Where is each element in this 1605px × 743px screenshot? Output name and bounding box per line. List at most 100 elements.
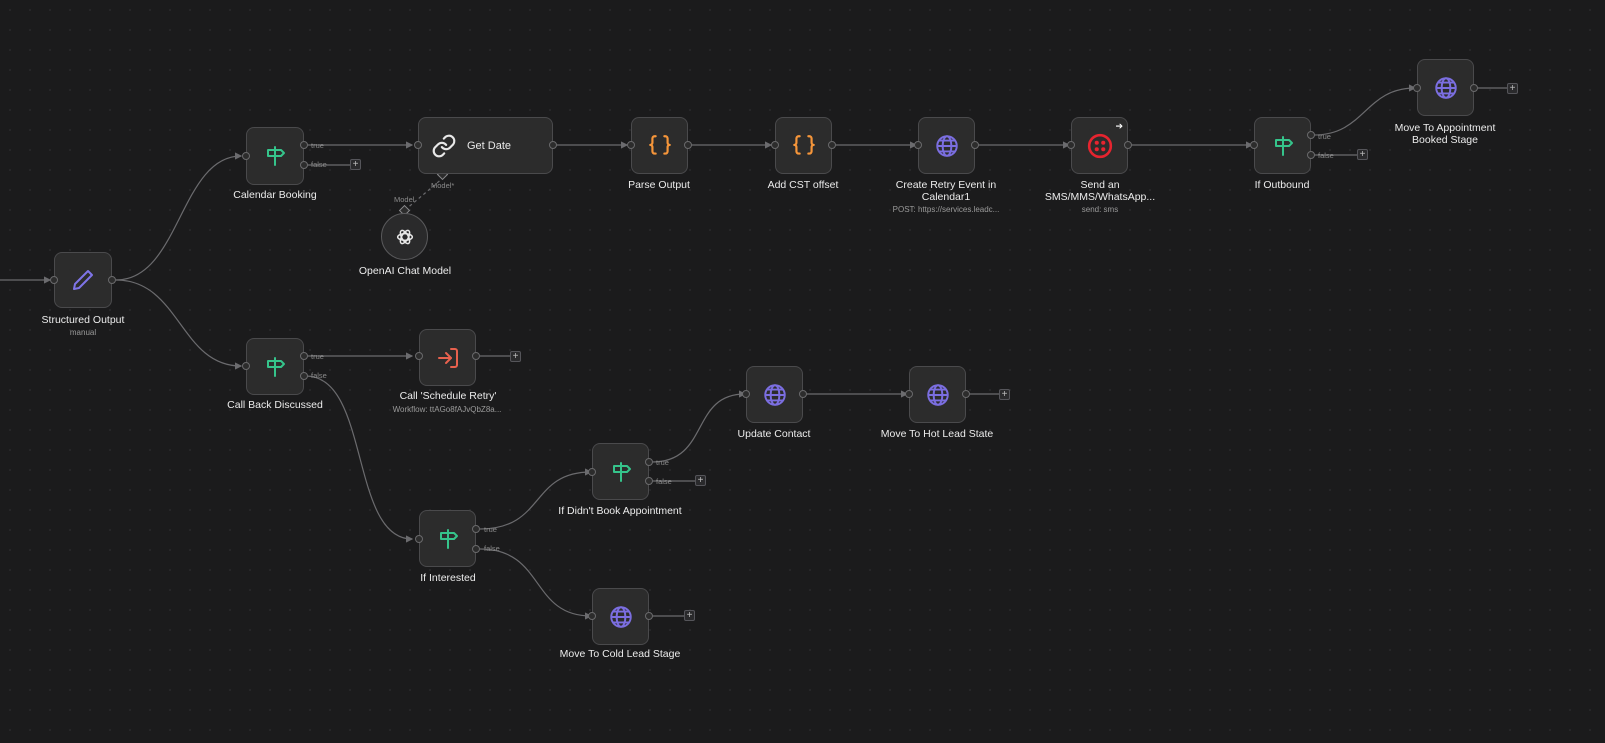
add-node-button[interactable]: + [1507,83,1518,94]
edge-structured-calendar [115,152,243,281]
input-port[interactable] [242,152,250,160]
node-call-back-discussed[interactable] [246,338,304,395]
false-label: false [656,477,672,486]
node-calendar-booking[interactable] [246,127,304,185]
input-port[interactable] [242,362,250,370]
node-title: Get Date [467,139,512,152]
true-output-port[interactable] [472,525,480,533]
input-port[interactable] [415,352,423,360]
node-subtitle: Workflow: ttAGo8fAJvQbZ8a... [392,405,502,414]
true-output-port[interactable] [300,352,308,360]
workflow-canvas[interactable]: Structured Output manual true false + Ca… [0,0,1605,743]
false-label: false [311,371,327,380]
true-output-port[interactable] [300,141,308,149]
input-port[interactable] [1067,141,1075,149]
output-port[interactable] [828,141,836,149]
add-node-button[interactable]: + [999,389,1010,400]
input-port[interactable] [1413,84,1421,92]
output-port[interactable] [108,276,116,284]
output-port[interactable] [684,141,692,149]
output-port[interactable] [1470,84,1478,92]
output-port[interactable] [472,352,480,360]
false-output-port[interactable] [645,477,653,485]
globe-icon [762,382,788,408]
globe-icon [608,604,634,630]
node-label: Update Contact [737,428,811,440]
node-label: Call 'Schedule Retry' [399,390,497,402]
node-add-cst-offset[interactable] [775,117,832,174]
input-port[interactable] [588,612,596,620]
false-output-port[interactable] [472,545,480,553]
globe-icon [934,133,960,159]
model-label: Model [394,195,415,204]
output-port[interactable] [1124,141,1132,149]
model-required-label: Model* [431,181,455,190]
node-structured-output[interactable] [54,252,112,308]
arrow-right-icon: ➔ [1115,121,1123,131]
true-label: true [1318,132,1331,141]
input-port[interactable] [771,141,779,149]
output-port[interactable] [962,390,970,398]
output-port[interactable] [645,612,653,620]
false-output-port[interactable] [300,161,308,169]
input-port[interactable] [414,141,422,149]
input-port[interactable] [905,390,913,398]
node-update-contact[interactable] [746,366,803,423]
node-label: Send an SMS/MMS/WhatsApp... [1044,179,1156,203]
input-port[interactable] [50,276,58,284]
node-get-date[interactable]: Get Date [418,117,553,174]
node-create-retry-event[interactable] [918,117,975,174]
node-subtitle: manual [69,328,97,337]
node-move-hot-lead[interactable] [909,366,966,423]
add-node-button[interactable]: + [350,159,361,170]
node-label: OpenAI Chat Model [358,265,452,277]
node-call-schedule-retry[interactable] [419,329,476,386]
globe-icon [1433,75,1459,101]
input-port[interactable] [742,390,750,398]
false-label: false [484,544,500,553]
output-port[interactable] [971,141,979,149]
false-output-port[interactable] [1307,151,1315,159]
signpost-icon [436,527,460,551]
output-port[interactable] [799,390,807,398]
node-label: Calendar Booking [233,189,317,201]
add-node-button[interactable]: + [695,475,706,486]
node-send-sms[interactable]: ➔ [1071,117,1128,174]
node-move-cold-lead[interactable] [592,588,649,645]
add-node-button[interactable]: + [1357,149,1368,160]
node-if-didnt-book[interactable] [592,443,649,500]
braces-icon [647,133,673,159]
node-if-interested[interactable] [419,510,476,567]
input-port[interactable] [627,141,635,149]
add-node-button[interactable]: + [684,610,695,621]
true-label: true [484,525,497,534]
openai-icon [394,226,416,248]
edge-interested-didntbook [479,468,593,530]
globe-icon [925,382,951,408]
input-port[interactable] [1250,141,1258,149]
add-node-button[interactable]: + [510,351,521,362]
braces-icon [791,133,817,159]
input-port[interactable] [914,141,922,149]
node-openai-chat-model[interactable] [381,213,428,260]
node-label: Move To Appointment Booked Stage [1394,122,1496,146]
true-output-port[interactable] [1307,131,1315,139]
signpost-icon [1271,134,1295,158]
node-label: Move To Hot Lead State [880,428,994,440]
input-port[interactable] [415,535,423,543]
false-output-port[interactable] [300,372,308,380]
sign-in-icon [436,346,460,370]
pencil-icon [71,268,95,292]
node-if-outbound[interactable] [1254,117,1311,174]
true-label: true [311,141,324,150]
node-label: Parse Output [628,179,690,191]
twilio-icon [1087,133,1113,159]
output-port[interactable] [549,141,557,149]
signpost-icon [263,355,287,379]
false-label: false [1318,151,1334,160]
true-output-port[interactable] [645,458,653,466]
node-parse-output[interactable] [631,117,688,174]
node-move-appointment-booked[interactable] [1417,59,1474,116]
input-port[interactable] [588,468,596,476]
node-subtitle: send: sms [1081,205,1119,214]
